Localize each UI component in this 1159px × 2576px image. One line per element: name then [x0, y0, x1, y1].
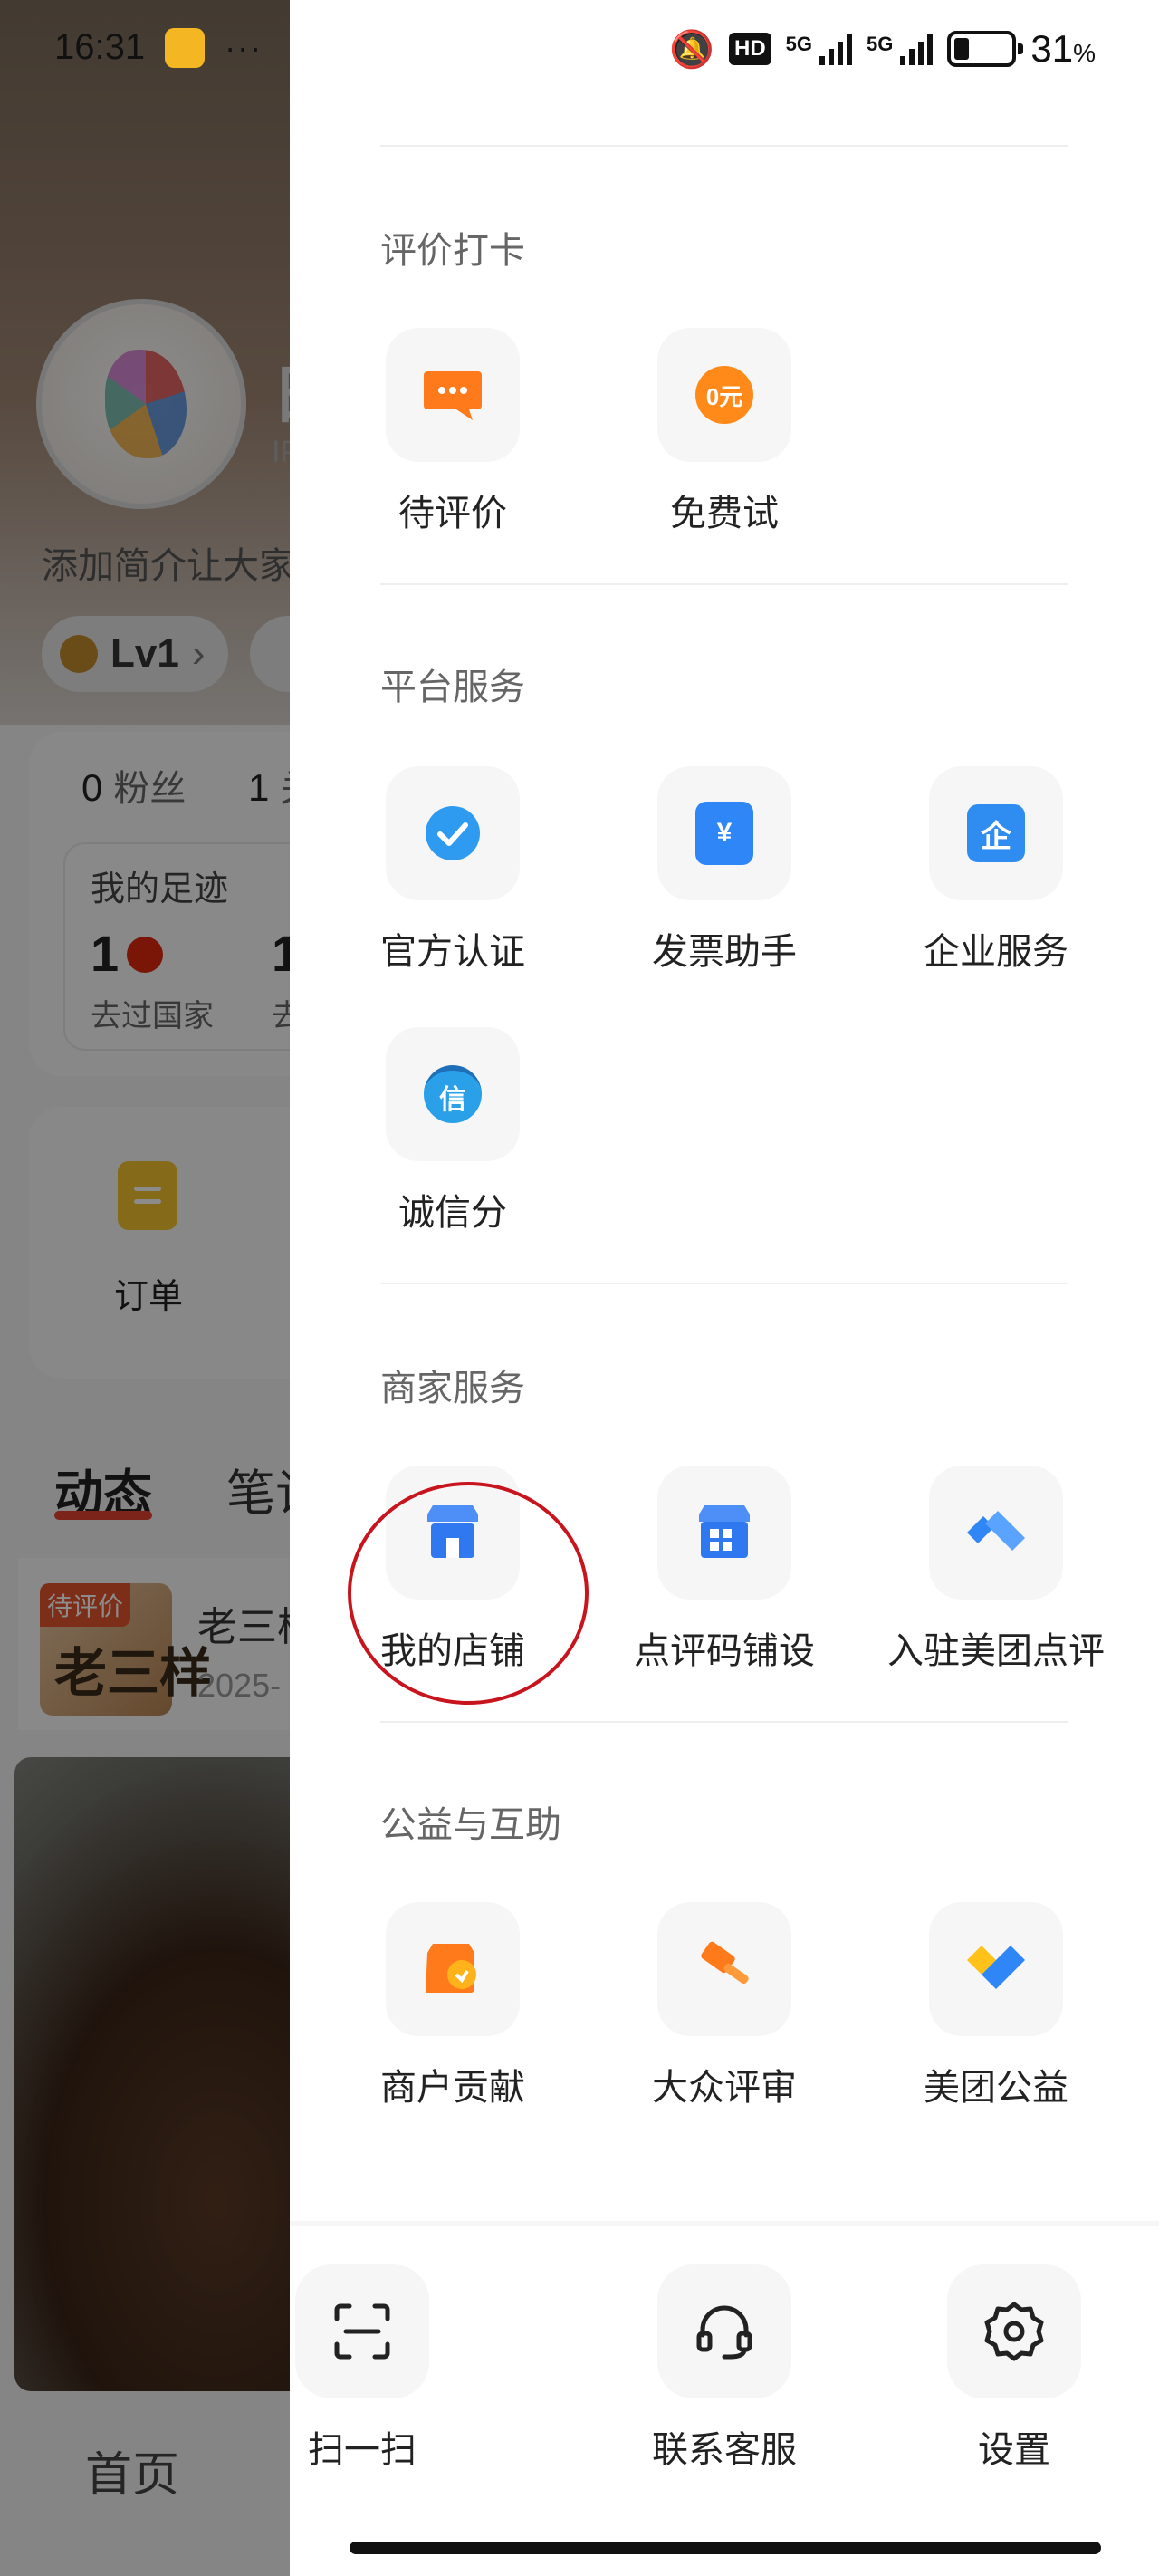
- message-bubble-icon: [386, 328, 520, 462]
- status-more-icon: ···: [225, 28, 263, 66]
- menu-item-free-trial[interactable]: 0元 免费试: [616, 328, 833, 536]
- scan-button[interactable]: 扫一扫: [254, 2264, 471, 2473]
- menu-item-label: 点评码铺设: [634, 1631, 815, 1671]
- invoice-icon: ¥: [657, 766, 791, 900]
- menu-item-label: 企业服务: [924, 932, 1068, 972]
- section-title-charity: 公益与互助: [380, 1805, 561, 1845]
- menu-item-official-verification[interactable]: 官方认证: [344, 766, 561, 975]
- settings-button[interactable]: 设置: [905, 2264, 1123, 2473]
- credit-medal-icon: 信: [386, 1027, 520, 1161]
- battery-percent: 31%: [1030, 27, 1096, 70]
- merchant-contribution-icon: [386, 1902, 520, 2036]
- signal-icon-2: 5G: [867, 33, 934, 65]
- enterprise-icon: 企: [929, 766, 1063, 900]
- free-trial-icon: 0元: [657, 328, 791, 462]
- menu-item-label: 发票助手: [652, 932, 797, 972]
- status-time: 16:31: [54, 27, 146, 67]
- section-title-merchant: 商家服务: [380, 1369, 525, 1408]
- scan-icon: [295, 2264, 429, 2398]
- menu-item-join-meituan[interactable]: 入驻美团点评: [887, 1466, 1105, 1674]
- settings-label: 设置: [978, 2430, 1050, 2470]
- highlight-circle-annotation: [348, 1482, 589, 1705]
- menu-item-label: 待评价: [398, 494, 507, 533]
- menu-item-label: 入驻美团点评: [887, 1631, 1105, 1671]
- menu-item-review-code[interactable]: 点评码铺设: [616, 1466, 833, 1674]
- scan-label: 扫一扫: [308, 2430, 417, 2470]
- customer-service-button[interactable]: 联系客服: [616, 2264, 833, 2473]
- menu-item-invoice-assistant[interactable]: ¥ 发票助手: [616, 766, 833, 975]
- section-title-review: 评价打卡: [380, 231, 525, 271]
- menu-item-label: 美团公益: [924, 2068, 1068, 2108]
- menu-item-credit-score[interactable]: 信 诚信分: [344, 1027, 561, 1235]
- muted-bell-icon: 🔕: [669, 29, 714, 70]
- menu-item-label: 免费试: [670, 494, 779, 533]
- headset-icon: [657, 2264, 791, 2398]
- verified-check-icon: [386, 766, 520, 900]
- notes-app-icon: [165, 27, 206, 68]
- divider: [380, 145, 1068, 147]
- charity-heart-icon: [929, 1902, 1063, 2036]
- handshake-icon: [929, 1466, 1063, 1600]
- divider: [380, 1721, 1068, 1723]
- customer-service-label: 联系客服: [652, 2430, 797, 2470]
- divider: [380, 1283, 1068, 1284]
- menu-item-label: 官方认证: [380, 932, 525, 972]
- menu-item-meituan-charity[interactable]: 美团公益: [887, 1902, 1105, 2110]
- gear-icon: [947, 2264, 1081, 2398]
- home-indicator[interactable]: [350, 2542, 1101, 2554]
- hd-voice-icon: HD: [728, 33, 771, 65]
- menu-item-merchant-contribution[interactable]: 商户贡献: [344, 1902, 561, 2110]
- status-bar-left: 16:31 ···: [54, 27, 263, 68]
- menu-item-label: 商户贡献: [380, 2068, 525, 2108]
- status-bar-right: 🔕 HD 5G 5G 31%: [669, 27, 1096, 71]
- bottom-bar-divider: [290, 2221, 1159, 2226]
- menu-item-label: 大众评审: [652, 2068, 797, 2108]
- section-title-platform: 平台服务: [380, 668, 525, 707]
- menu-item-enterprise-service[interactable]: 企 企业服务: [887, 766, 1105, 975]
- menu-item-public-review[interactable]: 大众评审: [616, 1902, 833, 2110]
- battery-icon: [947, 31, 1024, 67]
- menu-item-label: 诚信分: [398, 1193, 507, 1233]
- side-drawer: 🔕 HD 5G 5G 31% 评价打卡 待评价 0元 免费试 平台服务 官方认证…: [290, 0, 1159, 2576]
- qr-store-icon: [657, 1466, 791, 1600]
- gavel-icon: [657, 1902, 791, 2036]
- menu-item-pending-review[interactable]: 待评价: [344, 328, 561, 536]
- divider: [380, 583, 1068, 585]
- signal-icon-1: 5G: [786, 33, 853, 65]
